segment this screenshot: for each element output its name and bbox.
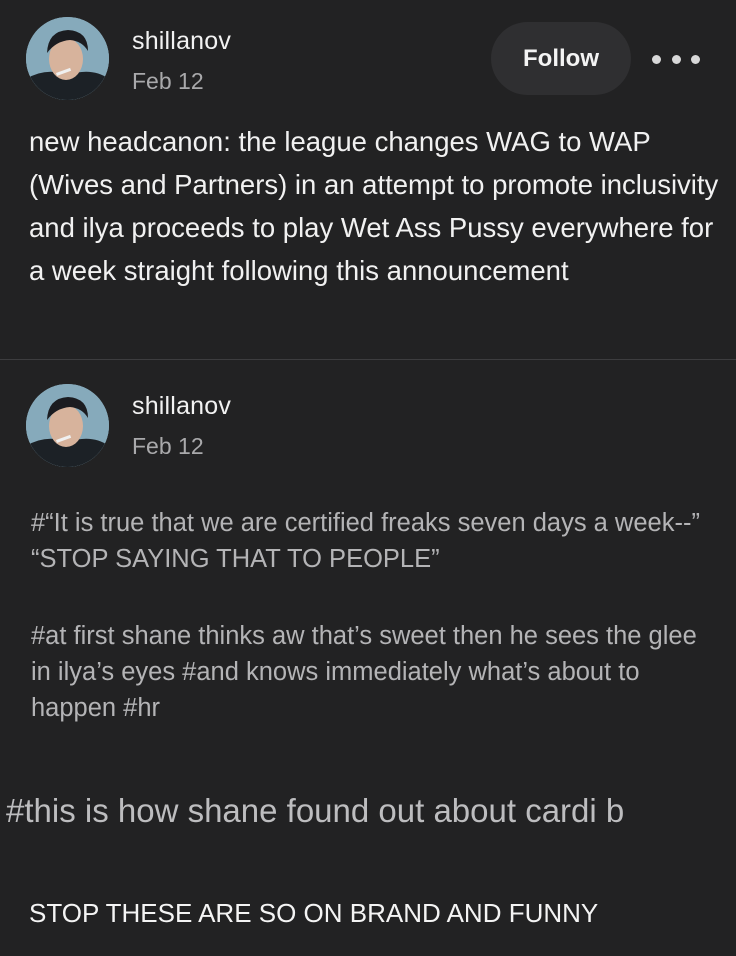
username[interactable]: shillanov (132, 392, 231, 421)
post-date: Feb 12 (132, 433, 204, 459)
avatar-image (26, 384, 109, 467)
dot (691, 54, 700, 64)
avatar[interactable] (26, 17, 109, 100)
overlay-caption-text: STOP THESE ARE SO ON BRAND AND FUNNY (29, 898, 599, 928)
tags-block-1[interactable]: #“It is true that we are certified freak… (31, 505, 721, 577)
tags-block-2[interactable]: #at first shane thinks aw that’s sweet t… (31, 618, 721, 726)
overlay-tag-text: #this is how shane found out about cardi… (6, 792, 625, 829)
post-original: shillanov Feb 12 Follow new headcanon: t… (0, 0, 736, 360)
post-reblog: shillanov Feb 12 #“It is true that we ar… (0, 360, 736, 956)
more-dots-icon[interactable] (652, 48, 700, 70)
avatar[interactable] (26, 384, 109, 467)
dot (652, 54, 661, 64)
follow-button[interactable]: Follow (491, 22, 631, 95)
username[interactable]: shillanov (132, 27, 231, 56)
post-date: Feb 12 (132, 68, 204, 94)
post-body-text: new headcanon: the league changes WAG to… (29, 126, 719, 286)
avatar-image (26, 17, 109, 100)
dot (671, 54, 681, 64)
